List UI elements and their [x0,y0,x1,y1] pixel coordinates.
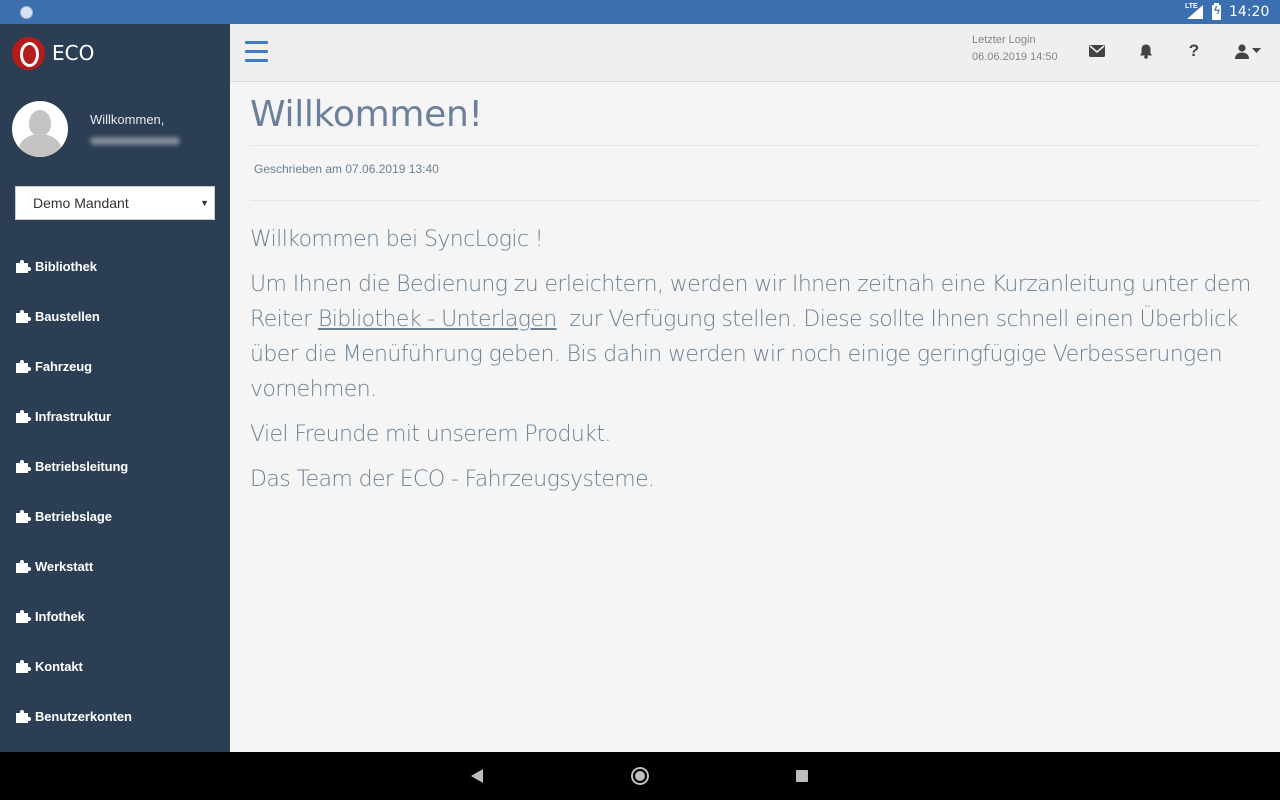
sidebar-item-betriebslage[interactable]: Betriebslage [0,491,230,541]
page-title: Willkommen! [250,94,483,135]
sidebar-item-label: Fahrzeug [35,358,92,374]
sidebar-item-infothek[interactable]: Infothek [0,591,230,641]
caret-down-icon [1252,48,1261,53]
bibliothek-unterlagen-link[interactable]: Bibliothek - Unterlagen [318,307,557,332]
paragraph-greeting: Willkommen bei SyncLogic ! [250,227,544,252]
mandant-select-value: Demo Mandant [33,195,129,211]
puzzle-icon [16,510,31,523]
article-body: Willkommen bei SyncLogic ! Um Ihnen die … [250,222,1260,507]
network-type: LTE [1185,3,1198,10]
sidebar-item-label: Infrastruktur [35,408,111,424]
sidebar-item-label: Benutzerkonten [35,708,132,724]
menu-icon[interactable] [245,41,268,62]
sidebar-item-fahrzeug[interactable]: Fahrzeug [0,341,230,391]
puzzle-icon [16,410,31,423]
puzzle-icon [16,660,31,673]
written-date: Geschrieben am 07.06.2019 13:40 [254,162,439,176]
avatar-body [19,134,61,157]
last-login-value: 06.06.2019 14:50 [972,51,1058,63]
last-login-label: Letzter Login [972,34,1036,46]
sidebar-item-werkstatt[interactable]: Werkstatt [0,541,230,591]
mandant-select[interactable]: Demo Mandant ▼ [15,186,215,220]
sidebar-item-label: Kontakt [35,658,83,674]
eco-logo-icon [12,36,45,70]
sidebar-item-label: Bibliothek [35,258,97,274]
sidebar-item-label: Baustellen [35,308,100,324]
brand-name: ECO [52,41,95,65]
menu-line [245,50,268,53]
notification-icon [20,6,33,19]
sidebar-item-label: Betriebslage [35,508,112,524]
puzzle-icon [16,710,31,723]
caret-down-icon: ▼ [200,198,209,208]
sidebar-item-kontakt[interactable]: Kontakt [0,641,230,691]
puzzle-icon [16,610,31,623]
sidebar: ECO Willkommen, Demo Mandant ▼ Bibliothe… [0,24,230,752]
recent-apps-icon[interactable] [796,770,808,782]
sidebar-nav: Bibliothek Baustellen Fahrzeug Infrastru… [0,241,230,741]
puzzle-icon [16,360,31,373]
puzzle-icon [16,460,31,473]
divider [250,145,1260,146]
sidebar-item-infrastruktur[interactable]: Infrastruktur [0,391,230,441]
menu-line [245,41,268,44]
puzzle-icon [16,310,31,323]
puzzle-icon [16,260,31,273]
envelope-icon[interactable] [1087,41,1107,61]
sidebar-item-label: Infothek [35,608,85,624]
paragraph-wishes: Viel Freunde mit unserem Produkt. [250,422,611,447]
user-icon [1235,43,1249,59]
home-icon[interactable] [631,767,649,785]
top-bar: Letzter Login 06.06.2019 14:50 ? [230,24,1280,82]
sidebar-item-baustellen[interactable]: Baustellen [0,291,230,341]
user-menu-button[interactable] [1234,41,1262,61]
back-icon[interactable] [471,769,483,783]
divider [250,200,1260,201]
sidebar-item-label: Werkstatt [35,558,94,574]
avatar[interactable] [12,101,68,157]
help-icon[interactable]: ? [1184,41,1204,61]
sidebar-item-benutzerkonten[interactable]: Benutzerkonten [0,691,230,741]
main-content: Willkommen! Geschrieben am 07.06.2019 13… [230,82,1280,752]
clock: 14:20 [1229,4,1270,20]
username-redacted [90,137,180,145]
paragraph-signature: Das Team der ECO - Fahrzeugsysteme. [250,467,655,492]
welcome-text: Willkommen, [90,112,165,127]
menu-line [245,59,268,62]
puzzle-icon [16,560,31,573]
sidebar-item-label: Betriebsleitung [35,458,129,474]
bell-icon[interactable] [1136,41,1156,61]
brand[interactable]: ECO [12,36,94,70]
last-login: Letzter Login 06.06.2019 14:50 [972,32,1058,66]
sidebar-item-bibliothek[interactable]: Bibliothek [0,241,230,291]
charging-icon: ϟ [1214,5,1220,17]
android-nav-bar [0,752,1280,800]
android-status-bar: LTE ϟ 14:20 [0,0,1280,24]
sidebar-item-betriebsleitung[interactable]: Betriebsleitung [0,441,230,491]
paragraph-info: Um Ihnen die Bedienung zu erleichtern, w… [250,267,1260,407]
avatar-head [29,110,51,136]
